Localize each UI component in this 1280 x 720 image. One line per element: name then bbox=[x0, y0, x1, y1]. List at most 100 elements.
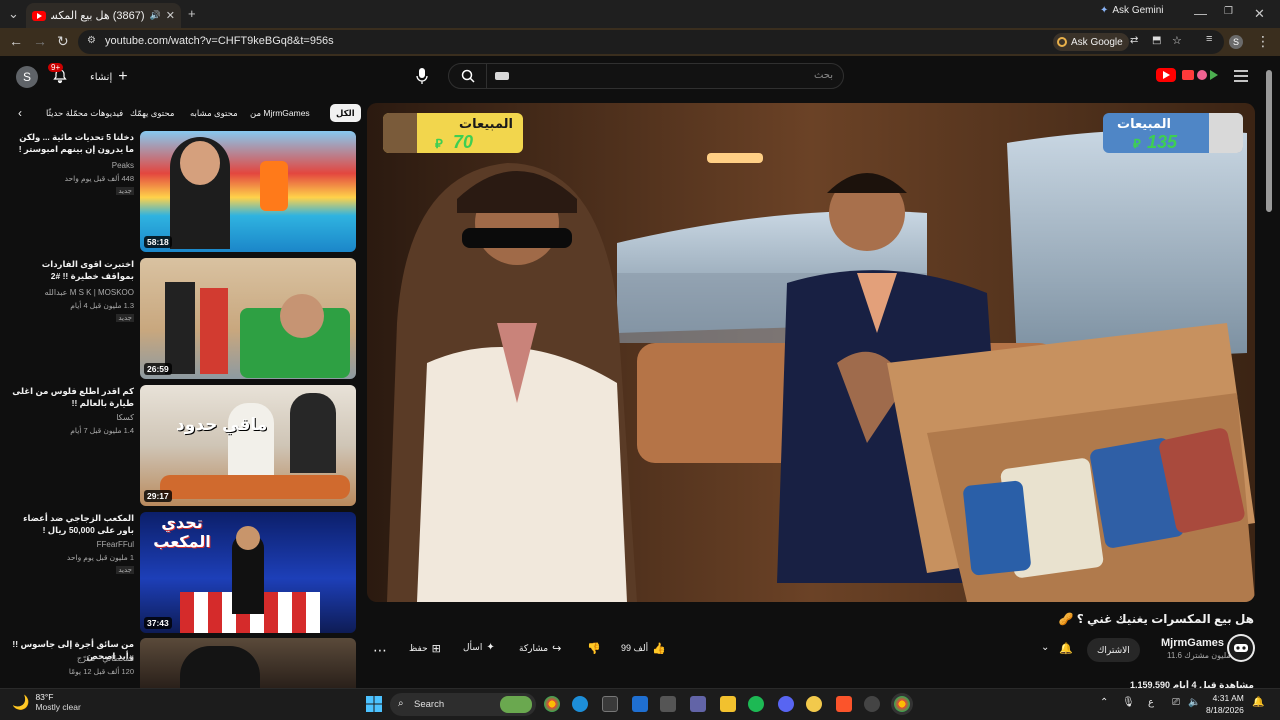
rec-channel[interactable]: Peaks bbox=[10, 161, 134, 170]
share-button[interactable]: مشاركة ↪ bbox=[519, 642, 561, 655]
new-tab-icon[interactable]: + bbox=[188, 6, 196, 21]
search-button[interactable] bbox=[449, 64, 487, 88]
recommendation-item[interactable]: دخلنا 5 تحديات مائية ... ولكن ما يدرون إ… bbox=[12, 131, 358, 252]
user-avatar[interactable]: S bbox=[16, 66, 38, 88]
notification-center-icon[interactable]: 🔔 bbox=[1252, 697, 1264, 708]
video-player[interactable]: المبيعات 70 ⃁ المبيعات 135 ⃁ bbox=[367, 103, 1255, 602]
chip-for-you[interactable]: محتوى يهمّك bbox=[130, 104, 174, 122]
minimize-icon[interactable]: — bbox=[1194, 6, 1207, 21]
rec-title[interactable]: دخلنا 5 تحديات مائية ... ولكن ما يدرون إ… bbox=[10, 131, 134, 155]
notifications-button[interactable]: 9+ bbox=[48, 63, 68, 89]
subscribe-button[interactable]: الاشتراك bbox=[1087, 638, 1140, 662]
tab-list-icon[interactable]: ⌄ bbox=[8, 6, 19, 22]
weather-widget[interactable]: 🌙 83°F Mostly clear bbox=[12, 692, 81, 712]
search-placeholder[interactable]: بحث bbox=[814, 70, 833, 81]
browser-tab[interactable]: (3867) هل بيع المكسرات يغنيك 🔊 ✕ bbox=[26, 3, 181, 28]
bookmark-star-icon[interactable]: ☆ bbox=[1172, 34, 1182, 47]
reload-icon[interactable]: ↻ bbox=[57, 33, 69, 50]
youtube-doodle-logo[interactable] bbox=[1180, 66, 1222, 84]
app-icon[interactable] bbox=[660, 696, 676, 712]
taskbar-search[interactable]: ⌕ Search bbox=[390, 693, 536, 716]
microphone-icon[interactable] bbox=[414, 66, 430, 86]
create-button[interactable]: إنشاء + bbox=[90, 68, 128, 86]
ask-button[interactable]: اسأل ✦ bbox=[463, 642, 495, 653]
chip-related[interactable]: محتوى مشابه bbox=[190, 104, 238, 122]
url-text[interactable]: youtube.com/watch?v=CHFT9keBGq8&t=956s bbox=[105, 35, 334, 47]
rec-title[interactable]: اختبرت اقوى الفاردات بمواقف خطيرة !! #2 bbox=[10, 258, 134, 282]
tray-mic-icon[interactable]: 🎙 bbox=[1122, 697, 1135, 708]
rec-thumbnail[interactable]: 26:59 bbox=[140, 258, 356, 379]
close-tab-icon[interactable]: ✕ bbox=[166, 9, 175, 22]
translate-icon[interactable]: ⇄ bbox=[1130, 35, 1138, 46]
notification-badge: 9+ bbox=[48, 63, 64, 72]
chrome-icon[interactable] bbox=[544, 696, 560, 712]
store-icon[interactable] bbox=[602, 696, 618, 712]
dislike-icon[interactable]: 👎 bbox=[587, 642, 601, 655]
chip-all[interactable]: الكل bbox=[330, 104, 361, 122]
chevron-down-icon[interactable]: ⌄ bbox=[1041, 642, 1049, 653]
audio-icon[interactable]: 🔊 bbox=[150, 10, 161, 21]
channel-avatar[interactable] bbox=[1227, 634, 1255, 662]
reading-list-icon[interactable]: ≡ bbox=[1206, 33, 1212, 45]
system-clock[interactable]: 4:31 AM 8/18/2026 bbox=[1206, 692, 1244, 716]
rec-thumbnail[interactable]: 58:18 bbox=[140, 131, 356, 252]
network-icon[interactable]: ⎚ bbox=[1172, 697, 1180, 708]
install-app-icon[interactable]: ⬒ bbox=[1152, 35, 1161, 46]
search-box[interactable]: بحث bbox=[448, 63, 844, 89]
close-window-icon[interactable]: ✕ bbox=[1254, 6, 1265, 22]
emoji-app-icon[interactable] bbox=[806, 696, 822, 712]
rec-channel[interactable]: كسكا bbox=[10, 413, 134, 422]
youtube-logo[interactable] bbox=[1156, 68, 1176, 82]
recommendation-item[interactable]: المكعب الزجاجي ضد أعضاء باور على 50,000 … bbox=[12, 512, 358, 633]
rec-thumbnail[interactable]: ماقي حدود 29:17 bbox=[140, 385, 356, 506]
chip-from-channel[interactable]: من MjrmGames bbox=[250, 104, 310, 122]
recommendation-item[interactable]: اختبرت اقوى الفاردات بمواقف خطيرة !! #2 … bbox=[12, 258, 358, 379]
channel-name[interactable]: MjrmGames bbox=[1161, 637, 1224, 649]
github-icon[interactable] bbox=[864, 696, 880, 712]
back-icon[interactable]: ← bbox=[9, 33, 23, 49]
rec-thumbnail[interactable] bbox=[140, 638, 356, 688]
save-button[interactable]: حفظ ⊞ bbox=[409, 642, 441, 655]
notification-bell-icon[interactable]: 🔔 bbox=[1059, 642, 1073, 655]
rec-channel[interactable]: الفحطاني - مكرّج bbox=[12, 654, 134, 663]
edge-icon[interactable] bbox=[572, 696, 588, 712]
teams-icon[interactable] bbox=[690, 696, 706, 712]
browser-profile-avatar[interactable]: S bbox=[1229, 35, 1243, 49]
spotify-icon[interactable] bbox=[748, 696, 764, 712]
rec-channel[interactable]: FFearFFul bbox=[10, 540, 134, 549]
recommendation-item[interactable]: كم اقدر اطلع فلوس من اغلى طيارة بالعالم … bbox=[12, 385, 358, 506]
keyboard-icon[interactable] bbox=[495, 72, 509, 80]
thumb-lifejacket bbox=[260, 161, 288, 211]
sparkle-icon: ✦ bbox=[486, 642, 495, 653]
browser-menu-icon[interactable]: ⋮ bbox=[1256, 33, 1270, 50]
chrome-active-icon[interactable] bbox=[894, 696, 910, 712]
rec-title[interactable]: المكعب الزجاجي ضد أعضاء باور على 50,000 … bbox=[10, 512, 134, 536]
filter-chips: ‹ فيديوهات محمّلة حديثًا محتوى يهمّك محت… bbox=[14, 104, 361, 122]
more-actions-icon[interactable]: ⋯ bbox=[373, 642, 387, 659]
discord-icon[interactable] bbox=[778, 696, 794, 712]
address-bar[interactable]: ⚙ youtube.com/watch?v=CHFT9keBGq8&t=956s… bbox=[78, 30, 1224, 54]
recommendation-item[interactable]: من سائق أجرة إلى جاسوس !! وأيد اصحص الفح… bbox=[12, 638, 358, 688]
hamburger-menu-icon[interactable] bbox=[1234, 70, 1248, 82]
maximize-icon[interactable]: ❐ bbox=[1224, 6, 1233, 17]
forward-icon[interactable]: → bbox=[33, 33, 47, 49]
brave-icon[interactable] bbox=[836, 696, 852, 712]
volume-icon[interactable]: 🔈 bbox=[1188, 697, 1200, 708]
site-info-icon[interactable]: ⚙ bbox=[87, 35, 96, 46]
chips-scroll-left-icon[interactable]: ‹ bbox=[18, 106, 22, 120]
ask-gemini-button[interactable]: ✦ Ask Gemini bbox=[1100, 5, 1164, 16]
file-explorer-icon[interactable] bbox=[720, 696, 736, 712]
rec-meta: 1.3 مليون قبل 4 أيام bbox=[70, 301, 134, 310]
page-scrollbar[interactable] bbox=[1266, 70, 1272, 212]
rec-title[interactable]: كم اقدر اطلع فلوس من اغلى طيارة بالعالم … bbox=[10, 385, 134, 409]
outlook-icon[interactable] bbox=[632, 696, 648, 712]
search-highlight-icon bbox=[500, 696, 532, 713]
rec-channel[interactable]: M S K | MOSKOO عبدالله bbox=[10, 288, 134, 297]
tray-overflow-icon[interactable]: ⌃ bbox=[1100, 697, 1108, 708]
ask-google-button[interactable]: Ask Google bbox=[1053, 33, 1129, 51]
input-language[interactable]: ع bbox=[1148, 697, 1154, 708]
like-button[interactable]: 99 ألف 👍 bbox=[621, 642, 666, 655]
chip-saved[interactable]: فيديوهات محمّلة حديثًا bbox=[46, 104, 123, 122]
windows-start-icon[interactable] bbox=[366, 696, 382, 712]
rec-thumbnail[interactable]: تحدي المكعب 37:43 bbox=[140, 512, 356, 633]
